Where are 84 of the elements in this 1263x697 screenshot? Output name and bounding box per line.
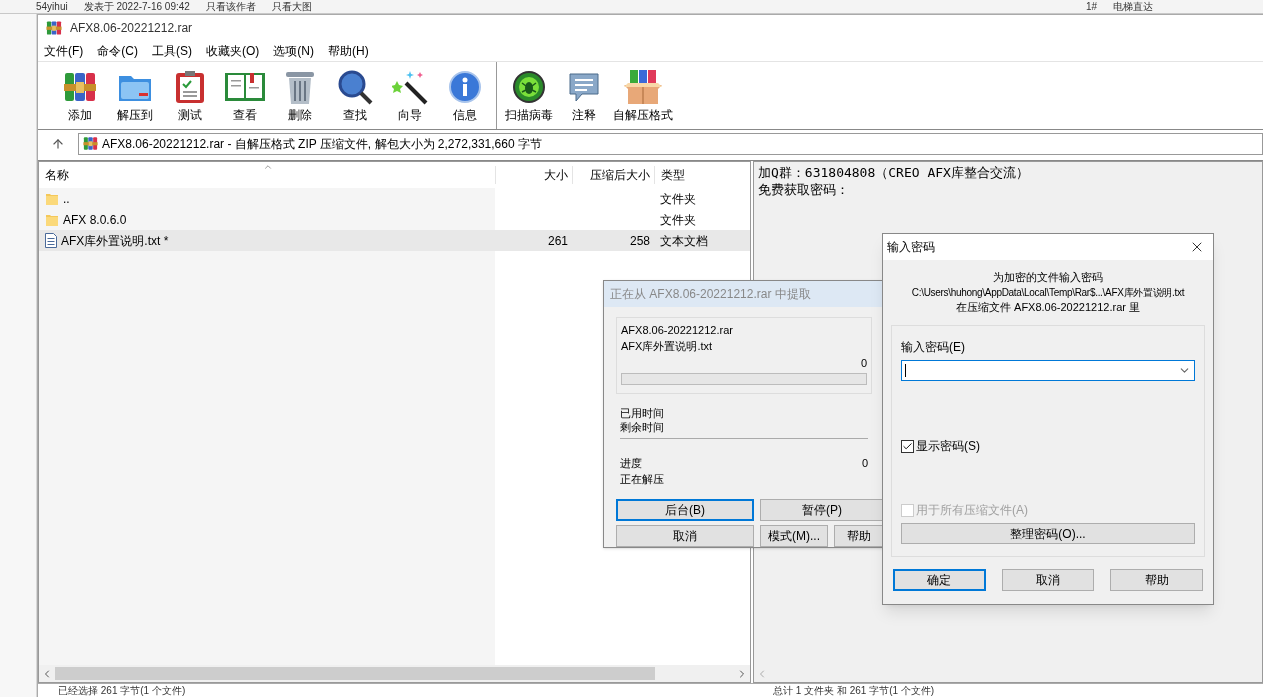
elapsed-label: 已用时间	[620, 406, 665, 420]
dialog-button[interactable]: 模式(M)...	[760, 525, 828, 547]
file-type: 文件夹	[660, 212, 696, 227]
checkbox-option[interactable]: 显示密码(S)	[901, 437, 1195, 455]
archive-icon	[83, 136, 98, 151]
dialog-heading: 为加密的文件输入密码	[993, 270, 1103, 285]
up-arrow-icon	[51, 136, 65, 151]
page-text: 只看该作者	[205, 0, 256, 14]
status-text: 总计 1 文件夹 和 261 字节(1 个文件)	[772, 684, 935, 697]
column-header[interactable]: 压缩后大小	[572, 166, 654, 184]
toolbar-button[interactable]: 扫描病毒	[501, 64, 556, 127]
file-path: C:\Users\huhong\AppData\Local\Temp\Rar$...\AFX库外置说明.txt	[911, 286, 1185, 300]
file-size: 261	[547, 233, 568, 248]
dialog-button[interactable]: 帮助	[834, 525, 884, 547]
toolbar-button[interactable]: 删除	[272, 64, 327, 127]
menu-item[interactable]: 收藏夹(O)	[206, 42, 260, 60]
file-type: 文本文档	[660, 233, 708, 248]
text-file-icon	[45, 233, 57, 248]
file-row[interactable]: .. 文件夹	[39, 188, 750, 209]
file-row[interactable]: AFX 8.0.6.0 文件夹	[39, 209, 750, 230]
folder-icon	[45, 191, 59, 206]
column-header[interactable]: 类型	[654, 166, 750, 184]
page-text: 只看大图	[271, 0, 312, 14]
file-name: ..	[63, 190, 70, 208]
progress-label: 进度	[620, 456, 643, 471]
toolbar-button[interactable]: 解压到	[107, 64, 162, 127]
dialog-title: 正在从 AFX8.06-20221212.rar 中提取	[610, 285, 811, 303]
dialog-title: 输入密码	[887, 239, 935, 256]
column-header[interactable]: 名称	[39, 166, 495, 184]
column-header[interactable]: 大小	[495, 166, 572, 184]
sort-icon	[263, 162, 273, 172]
percent-text: 0	[861, 456, 868, 471]
comment-line: 免费获取密码：	[758, 181, 850, 198]
address-field[interactable]: AFX8.06-20221212.rar - 自解压格式 ZIP 压缩文件, 解包大小为 2,272,331,660 字节	[78, 132, 1263, 155]
toolbar-button[interactable]: 测试	[162, 64, 217, 127]
folder-icon	[45, 212, 59, 227]
dialog-button[interactable]: 后台(B)	[616, 499, 754, 521]
checkbox[interactable]	[901, 439, 914, 453]
file-row[interactable]: AFX库外置说明.txt * 261 258 文本文档	[39, 230, 750, 251]
dialog-button[interactable]: 确定	[893, 569, 986, 591]
app-icon	[46, 20, 62, 36]
remaining-label: 剩余时间	[620, 420, 665, 434]
menu-item[interactable]: 文件(F)	[44, 42, 84, 60]
toolbar-button[interactable]: 信息	[437, 64, 492, 127]
dialog-button[interactable]: 暂停(P)	[760, 499, 884, 521]
toolbar-button[interactable]: 向导	[382, 64, 437, 127]
menu-item[interactable]: 命令(C)	[97, 42, 138, 60]
page-text: 电梯直达	[1113, 0, 1153, 14]
toolbar-button[interactable]: 查找	[327, 64, 382, 127]
archive-line: 在压缩文件 AFX8.06-20221212.rar 里	[956, 300, 1140, 315]
window-title: AFX8.06-20221212.rar	[70, 20, 193, 37]
file-name: AFX库外置说明.txt	[621, 339, 713, 354]
menu-item[interactable]: 帮助(H)	[328, 42, 369, 60]
toolbar-button[interactable]: 自解压格式	[611, 64, 675, 127]
book-icon	[223, 70, 266, 103]
page-text: 54yihui	[36, 0, 68, 14]
password-field[interactable]	[901, 360, 1195, 381]
field-label: 输入密码(E)	[901, 339, 966, 356]
status-label: 正在解压	[620, 472, 665, 487]
page-text: 1#	[1085, 0, 1097, 14]
box-icon	[622, 68, 664, 105]
menu-item[interactable]: 选项(N)	[273, 42, 314, 60]
dialog-button[interactable]: 取消	[1001, 569, 1095, 591]
bug-icon	[511, 69, 546, 104]
menu-item[interactable]: 工具(S)	[152, 42, 192, 60]
toolbar-button[interactable]: 查看	[217, 64, 272, 127]
comment-line: 加Q群：631804808（CREO AFX库整合交流）	[758, 164, 1030, 181]
file-name: AFX库外置说明.txt *	[61, 232, 169, 250]
percent-text: 0	[860, 355, 867, 371]
dialog-button[interactable]: 取消	[616, 525, 754, 547]
file-type: 文件夹	[660, 191, 696, 206]
toolbar-button[interactable]: 添加	[52, 64, 107, 127]
packed-size: 258	[629, 233, 650, 248]
archive-name: AFX8.06-20221212.rar	[621, 322, 734, 338]
status-text: 已经选择 261 字节(1 个文件)	[57, 684, 187, 697]
toolbar-button[interactable]: 注释	[556, 64, 611, 127]
clipboard-icon	[174, 69, 205, 104]
page-text: 发表于 2022-7-16 09:42	[83, 0, 190, 14]
organize-button[interactable]: 整理密码(O)...	[901, 523, 1195, 544]
file-name: AFX 8.0.6.0	[63, 211, 127, 229]
dialog-button[interactable]: 帮助	[1110, 569, 1203, 591]
scroll-thumb[interactable]	[55, 667, 655, 680]
magnifier-icon	[336, 68, 373, 105]
info-icon	[447, 69, 482, 104]
